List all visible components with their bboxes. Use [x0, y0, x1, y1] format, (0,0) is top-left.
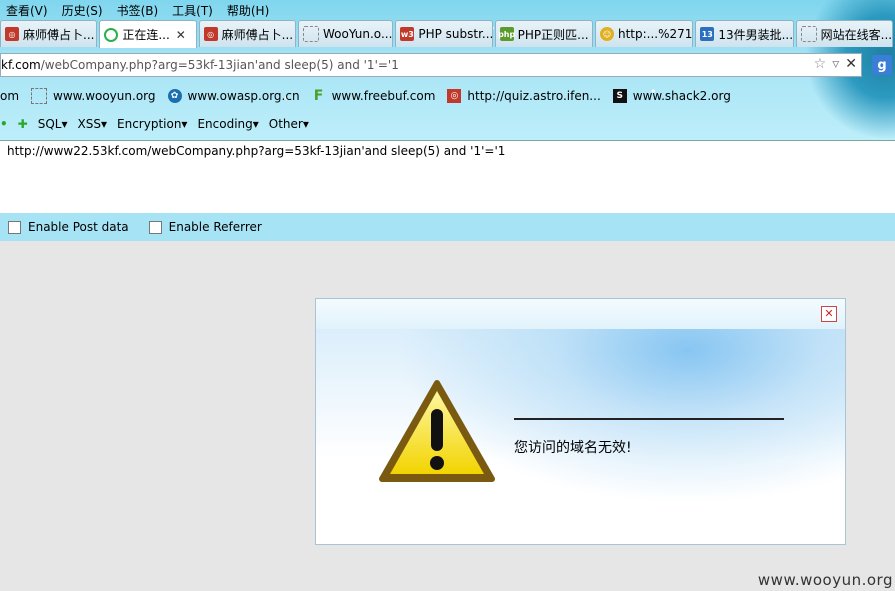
tab-4[interactable]: w3 PHP substr...: [395, 20, 493, 47]
tab-3[interactable]: WooYun.o...: [297, 20, 394, 47]
tab-label: 网站在线客...: [820, 27, 893, 42]
bookmark-label: om: [0, 89, 20, 103]
bookmark-label: http://quiz.astro.ifen...: [467, 89, 601, 103]
tab-5[interactable]: php PHP正则匹...: [494, 20, 593, 47]
checkbox-icon[interactable]: [148, 220, 162, 234]
enable-post-data-checkbox[interactable]: Enable Post data: [8, 220, 129, 234]
bookmark-shack2[interactable]: S www.shack2.org: [612, 89, 731, 103]
menu-sql[interactable]: SQL▾: [38, 117, 68, 131]
menu-encoding[interactable]: Encoding▾: [197, 117, 258, 131]
tab-label: 正在连...: [122, 28, 170, 42]
bookmark-label: www.shack2.org: [632, 89, 731, 103]
star-icon[interactable]: ☆: [814, 56, 827, 72]
bookmark-freebuf[interactable]: F www.freebuf.com: [312, 88, 436, 104]
calendar-icon: 13: [700, 27, 715, 41]
checkbox-label: Enable Post data: [28, 220, 129, 234]
watermark: www.wooyun.org: [757, 571, 893, 589]
shack2-icon: S: [612, 89, 627, 103]
dialog-message: 您访问的域名无效!: [514, 440, 632, 456]
menu-bookmarks[interactable]: 书签(B): [117, 2, 159, 19]
dialog-divider: [514, 418, 784, 420]
tab-0[interactable]: ◎ 麻师傅占卜...: [0, 20, 98, 47]
menu-other[interactable]: Other▾: [269, 117, 309, 131]
bookmarks-bar: om www.wooyun.org ✿ www.owasp.org.cn F w…: [0, 84, 895, 108]
blank-page-icon: [302, 26, 319, 42]
smiley-icon: ☺: [599, 27, 614, 41]
menu-bar: 查看(V) 历史(S) 书签(B) 工具(T) 帮助(H): [0, 0, 895, 20]
tab-6[interactable]: ☺ http:...%271: [594, 20, 694, 47]
menu-xss[interactable]: XSS▾: [78, 117, 107, 131]
loading-icon: [104, 27, 119, 42]
bookmark-0[interactable]: om: [0, 89, 19, 103]
tab-label: http:...%271: [617, 27, 693, 41]
address-bar[interactable]: kf.com/webCompany.php?arg=53kf-13jian'an…: [0, 53, 862, 77]
warning-icon: [379, 380, 495, 482]
address-path: /webCompany.php?arg=53kf-13jian'and slee…: [40, 58, 399, 72]
menu-encryption[interactable]: Encryption▾: [117, 117, 187, 131]
bookmark-wooyun[interactable]: www.wooyun.org: [31, 88, 156, 104]
tab-label: PHP substr...: [418, 27, 493, 41]
bookmark-label: www.wooyun.org: [53, 89, 156, 103]
blank-page-icon: [31, 88, 48, 104]
close-icon[interactable]: ✕: [821, 306, 837, 322]
tab-label: 麻师傅占卜...: [221, 27, 294, 42]
tab-7[interactable]: 13 13件男装批...: [695, 20, 794, 47]
bookmark-owasp[interactable]: ✿ www.owasp.org.cn: [167, 89, 300, 103]
tab-label: WooYun.o...: [322, 27, 393, 41]
dialog-body: 您访问的域名无效!: [316, 329, 845, 544]
browser-chrome: 查看(V) 历史(S) 书签(B) 工具(T) 帮助(H) ◎ 麻师傅占卜...…: [0, 0, 895, 140]
tab-2[interactable]: ◎ 麻师傅占卜...: [198, 20, 296, 47]
php-icon: php: [498, 27, 515, 41]
menu-tools[interactable]: 工具(T): [172, 2, 213, 19]
blank-page-icon: [800, 26, 817, 42]
dialog-titlebar: ✕: [316, 299, 845, 330]
hackbar-options: Enable Post data Enable Referrer: [0, 213, 895, 241]
bookmark-label: www.owasp.org.cn: [187, 89, 300, 103]
tab-strip: ◎ 麻师傅占卜... 正在连... ✕ ◎ 麻师傅占卜... WooYun.o.…: [0, 20, 895, 48]
checkbox-label: Enable Referrer: [168, 220, 262, 234]
close-icon[interactable]: ✕: [176, 28, 186, 42]
checkbox-icon[interactable]: [8, 220, 21, 234]
swirl-icon: ◎: [447, 89, 462, 103]
owasp-icon: ✿: [167, 89, 182, 103]
swirl-icon: ◎: [203, 27, 218, 41]
tab-label: 麻师傅占卜...: [23, 27, 95, 42]
dot-icon[interactable]: •: [0, 117, 8, 131]
tab-8[interactable]: 网站在线客...: [795, 20, 893, 47]
hackbar-url-textarea[interactable]: http://www22.53kf.com/webCompany.php?arg…: [0, 140, 895, 213]
freebuf-icon: F: [313, 88, 324, 104]
error-dialog: ✕ 您访问的域名无效!: [315, 298, 846, 545]
plus-icon[interactable]: ✚: [18, 117, 28, 131]
menu-view[interactable]: 查看(V): [6, 2, 48, 19]
menu-help[interactable]: 帮助(H): [227, 2, 269, 19]
tab-label: PHP正则匹...: [517, 27, 589, 42]
swirl-icon: ◎: [5, 27, 19, 41]
w3-icon: w3: [400, 27, 415, 41]
close-icon[interactable]: ✕: [845, 56, 857, 72]
bookmark-label: www.freebuf.com: [331, 89, 436, 103]
dropdown-icon[interactable]: ▿: [832, 56, 839, 72]
google-search-icon[interactable]: g: [872, 55, 892, 75]
address-host: kf.com: [1, 58, 41, 72]
menu-history[interactable]: 历史(S): [62, 2, 103, 19]
bookmark-astro[interactable]: ◎ http://quiz.astro.ifen...: [447, 89, 601, 103]
tab-1[interactable]: 正在连... ✕: [99, 20, 197, 48]
hackbar-toolbar: • ✚ SQL▾ XSS▾ Encryption▾ Encoding▾ Othe…: [0, 113, 400, 135]
tab-label: 13件男装批...: [718, 27, 794, 42]
enable-referrer-checkbox[interactable]: Enable Referrer: [148, 220, 262, 234]
